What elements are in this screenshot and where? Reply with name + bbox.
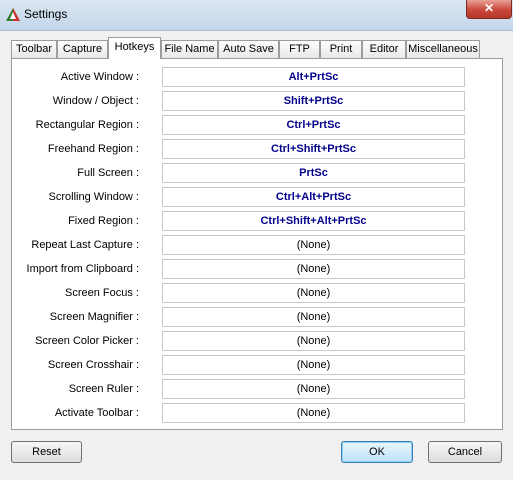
- tab-editor[interactable]: Editor: [362, 40, 406, 58]
- hotkey-label-repeat-last-capture: Repeat Last Capture :: [31, 239, 139, 251]
- hotkey-field-screen-color-picker[interactable]: (None): [162, 331, 465, 351]
- hotkeys-panel: Active Window : Alt+PrtSc Window / Objec…: [11, 58, 503, 430]
- hotkey-field-window-object[interactable]: Shift+PrtSc: [162, 91, 465, 111]
- cancel-button[interactable]: Cancel: [428, 441, 502, 463]
- hotkey-field-repeat-last-capture[interactable]: (None): [162, 235, 465, 255]
- hotkey-field-screen-ruler[interactable]: (None): [162, 379, 465, 399]
- hotkey-label-activate-toolbar: Activate Toolbar :: [54, 407, 139, 419]
- hotkey-label-freehand-region: Freehand Region :: [47, 143, 139, 155]
- close-icon: ✕: [483, 1, 495, 15]
- tab-capture[interactable]: Capture: [57, 40, 108, 58]
- hotkey-label-scrolling-window: Scrolling Window :: [48, 191, 139, 203]
- hotkey-field-screen-magnifier[interactable]: (None): [162, 307, 465, 327]
- hotkey-label-full-screen: Full Screen :: [77, 167, 139, 179]
- hotkey-field-rectangular-region[interactable]: Ctrl+PrtSc: [162, 115, 465, 135]
- window-title: Settings: [24, 7, 68, 21]
- app-icon: [5, 7, 21, 23]
- hotkey-label-window-object: Window / Object :: [52, 95, 139, 107]
- hotkey-label-import-from-clipboard: Import from Clipboard :: [26, 263, 139, 275]
- hotkey-field-activate-toolbar[interactable]: (None): [162, 403, 465, 423]
- hotkey-label-screen-ruler: Screen Ruler :: [68, 383, 139, 395]
- dialog-body: Toolbar Capture Hotkeys File Name Auto S…: [0, 31, 513, 480]
- hotkey-field-full-screen[interactable]: PrtSc: [162, 163, 465, 183]
- hotkey-label-active-window: Active Window :: [60, 71, 139, 83]
- title-bar[interactable]: Settings ✕: [0, 0, 513, 31]
- tab-toolbar[interactable]: Toolbar: [11, 40, 57, 58]
- hotkey-field-import-from-clipboard[interactable]: (None): [162, 259, 465, 279]
- hotkey-field-screen-crosshair[interactable]: (None): [162, 355, 465, 375]
- ok-button[interactable]: OK: [341, 441, 413, 463]
- tab-auto-save[interactable]: Auto Save: [218, 40, 279, 58]
- tab-miscellaneous[interactable]: Miscellaneous: [406, 40, 480, 58]
- tab-file-name[interactable]: File Name: [161, 40, 218, 58]
- hotkey-label-screen-crosshair: Screen Crosshair :: [47, 359, 139, 371]
- close-button[interactable]: ✕: [466, 0, 512, 19]
- hotkey-label-fixed-region: Fixed Region :: [68, 215, 139, 227]
- hotkey-field-freehand-region[interactable]: Ctrl+Shift+PrtSc: [162, 139, 465, 159]
- hotkey-label-screen-focus: Screen Focus :: [65, 287, 139, 299]
- hotkey-field-fixed-region[interactable]: Ctrl+Shift+Alt+PrtSc: [162, 211, 465, 231]
- hotkey-label-screen-magnifier: Screen Magnifier :: [49, 311, 139, 323]
- tab-hotkeys[interactable]: Hotkeys: [108, 37, 161, 59]
- reset-button[interactable]: Reset: [11, 441, 82, 463]
- hotkey-field-active-window[interactable]: Alt+PrtSc: [162, 67, 465, 87]
- hotkey-field-screen-focus[interactable]: (None): [162, 283, 465, 303]
- tab-ftp[interactable]: FTP: [279, 40, 320, 58]
- tab-print[interactable]: Print: [320, 40, 362, 58]
- hotkey-label-rectangular-region: Rectangular Region :: [35, 119, 139, 131]
- hotkey-label-screen-color-picker: Screen Color Picker :: [35, 335, 139, 347]
- hotkey-field-scrolling-window[interactable]: Ctrl+Alt+PrtSc: [162, 187, 465, 207]
